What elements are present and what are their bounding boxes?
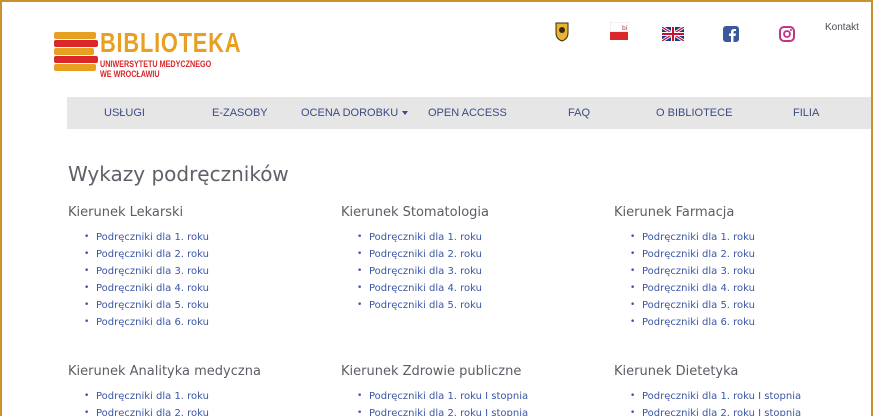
chevron-down-icon [402,111,409,116]
crest-icon[interactable] [554,18,570,46]
textbook-link[interactable]: Podręczniki dla 5. roku [614,297,871,314]
textbook-list: Podręczniki dla 1. roku Podręczniki dla … [614,229,871,331]
textbook-list: Podręczniki dla 1. roku Podręczniki dla … [341,229,601,314]
nav-item-open-access[interactable]: OPEN ACCESS [428,97,507,129]
textbook-list: Podręczniki dla 1. roku I stopnia Podręc… [614,388,871,416]
textbook-link[interactable]: Podręczniki dla 5. roku [68,297,328,314]
textbook-link[interactable]: Podręczniki dla 2. roku I stopnia [614,405,871,416]
textbook-list: Podręczniki dla 1. roku I stopnia Podręc… [341,388,601,416]
nav-item-o-bibliotece[interactable]: O BIBLIOTECE [656,97,732,129]
textbook-link[interactable]: Podręczniki dla 2. roku I stopnia [341,405,601,416]
textbook-link[interactable]: Podręczniki dla 6. roku [68,314,328,331]
textbook-link[interactable]: Podręczniki dla 4. roku [68,280,328,297]
textbook-link[interactable]: Podręczniki dla 4. roku [614,280,871,297]
uk-flag-icon[interactable] [662,20,684,48]
textbook-link[interactable]: Podręczniki dla 2. roku [68,405,328,416]
nav-item-filia[interactable]: FILIA [793,97,819,129]
page-title: Wykazy podręczników [68,162,289,186]
section-heading: Kierunek Zdrowie publiczne [341,364,522,379]
logo-title: BIBLIOTEKA [100,27,242,58]
nav-item-uslugi[interactable]: USŁUGI [104,97,145,129]
textbook-link[interactable]: Podręczniki dla 5. roku [341,297,601,314]
section-stomatologia: Kierunek Stomatologia Podręczniki dla 1.… [341,205,601,314]
textbook-list: Podręczniki dla 1. roku Podręczniki dla … [68,388,328,416]
section-heading: Kierunek Farmacja [614,205,735,220]
textbook-link[interactable]: Podręczniki dla 1. roku [614,229,871,246]
textbook-link[interactable]: Podręczniki dla 6. roku [614,314,871,331]
textbook-link[interactable]: Podręczniki dla 3. roku [341,263,601,280]
logo-subtitle-line2: WE WROCŁAWIU [100,69,160,79]
section-heading: Kierunek Analityka medyczna [68,364,261,379]
textbook-link[interactable]: Podręczniki dla 1. roku I stopnia [341,388,601,405]
instagram-icon[interactable] [779,20,795,48]
kontakt-link[interactable]: Kontakt [825,22,859,33]
textbook-link[interactable]: Podręczniki dla 2. roku [341,246,601,263]
svg-text:bip: bip [622,25,628,32]
textbook-link[interactable]: Podręczniki dla 1. roku [68,229,328,246]
textbook-link[interactable]: Podręczniki dla 3. roku [614,263,871,280]
textbook-link[interactable]: Podręczniki dla 4. roku [341,280,601,297]
section-lekarski: Kierunek Lekarski Podręczniki dla 1. rok… [68,205,328,331]
textbook-link[interactable]: Podręczniki dla 1. roku [341,229,601,246]
textbook-link[interactable]: Podręczniki dla 2. roku [68,246,328,263]
textbook-link[interactable]: Podręczniki dla 1. roku I stopnia [614,388,871,405]
nav-item-ocena-dorobku[interactable]: OCENA DOROBKU [301,97,409,129]
library-logo[interactable]: BIBLIOTEKA UNIWERSYTETU MEDYCZNEGO WE WR… [54,28,240,88]
section-zdrowie-publiczne: Kierunek Zdrowie publiczne Podręczniki d… [341,364,601,416]
books-icon [54,32,98,72]
page-frame: BIBLIOTEKA UNIWERSYTETU MEDYCZNEGO WE WR… [0,0,873,416]
section-heading: Kierunek Dietetyka [614,364,739,379]
section-dietetyka: Kierunek Dietetyka Podręczniki dla 1. ro… [614,364,871,416]
section-heading: Kierunek Stomatologia [341,205,489,220]
textbook-link[interactable]: Podręczniki dla 2. roku [614,246,871,263]
textbook-link[interactable]: Podręczniki dla 3. roku [68,263,328,280]
nav-item-faq[interactable]: FAQ [568,97,590,129]
section-farmacja: Kierunek Farmacja Podręczniki dla 1. rok… [614,205,871,331]
nav-item-ocena-dorobku-label: OCENA DOROBKU [301,107,399,119]
textbook-link[interactable]: Podręczniki dla 1. roku [68,388,328,405]
nav-item-e-zasoby[interactable]: E-ZASOBY [212,97,268,129]
section-heading: Kierunek Lekarski [68,205,184,220]
bip-icon[interactable]: bip [610,18,628,46]
section-analityka-medyczna: Kierunek Analityka medyczna Podręczniki … [68,364,328,416]
facebook-icon[interactable] [723,20,739,48]
logo-subtitle-line1: UNIWERSYTETU MEDYCZNEGO [100,59,212,69]
main-nav: USŁUGI E-ZASOBY OCENA DOROBKU OPEN ACCES… [67,97,871,129]
textbook-list: Podręczniki dla 1. roku Podręczniki dla … [68,229,328,331]
